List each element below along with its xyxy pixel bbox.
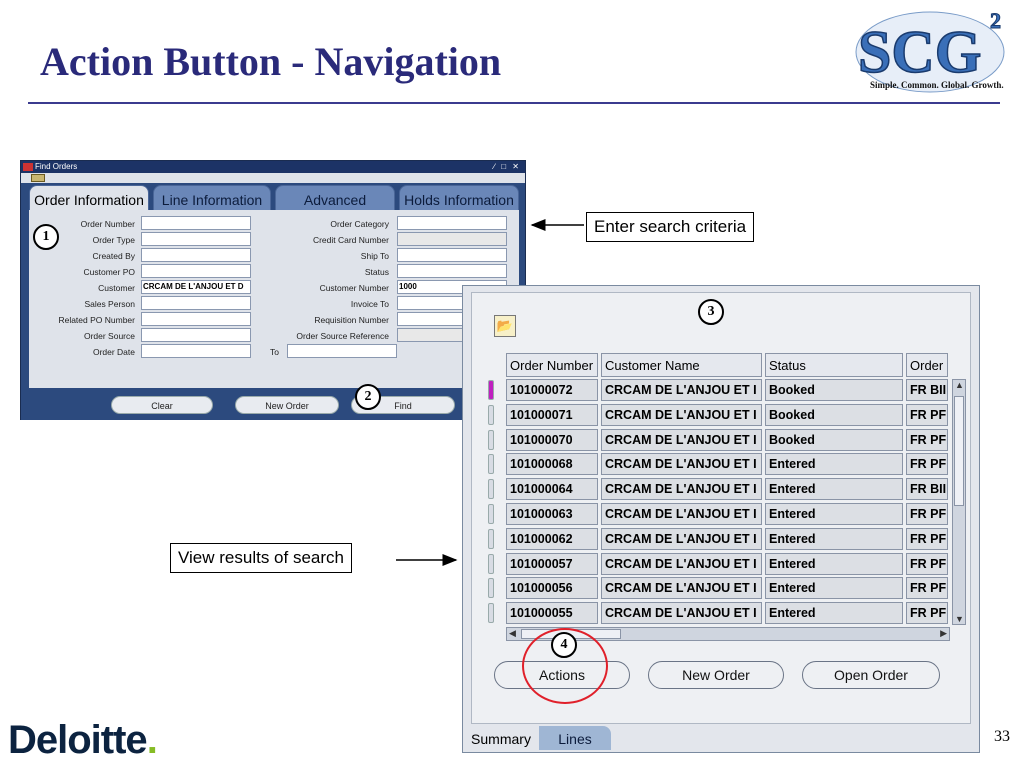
actions-highlight-ring [522,628,608,704]
annotation-arrows [396,219,584,566]
enter-search-criteria-callout: Enter search criteria [586,212,755,242]
step-1-marker: 1 [33,224,59,250]
view-results-callout: View results of search [170,543,352,573]
step-2-marker: 2 [355,384,381,410]
step-3-marker: 3 [698,299,724,325]
